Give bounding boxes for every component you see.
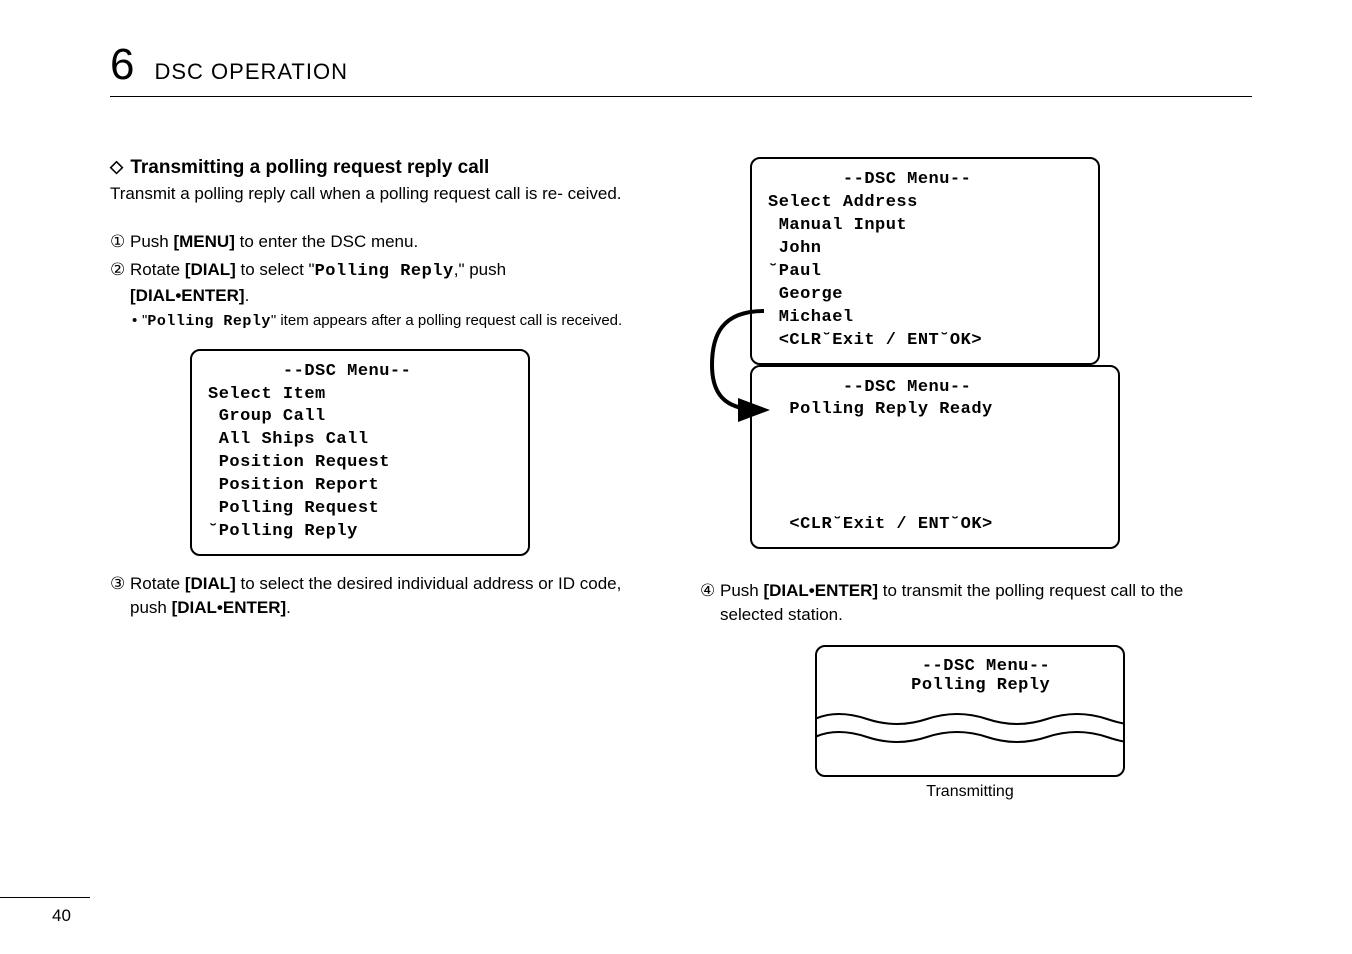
step-text: ," push	[454, 260, 506, 279]
step-number: ②	[110, 258, 130, 308]
note-text: " item appears after a polling request c…	[271, 312, 622, 329]
bullet-icon: •	[132, 311, 142, 332]
step-body: Rotate [DIAL] to select the desired indi…	[130, 572, 650, 620]
step-number: ③	[110, 572, 130, 620]
step-1: ① Push [MENU] to enter the DSC menu.	[110, 230, 650, 254]
lcd-screen-select-item: --DSC Menu-- Select Item Group Call All …	[190, 349, 530, 557]
step-number: ④	[700, 579, 720, 627]
intro-paragraph: Transmit a polling reply call when a pol…	[110, 183, 650, 206]
step-body: Push [MENU] to enter the DSC menu.	[130, 230, 650, 254]
transmitting-caption: Transmitting	[700, 783, 1240, 801]
note-body: "Polling Reply" item appears after a pol…	[142, 311, 622, 332]
section-title-text: Transmitting a polling request reply cal…	[130, 157, 489, 178]
step-text: Push	[720, 581, 763, 600]
step-2: ② Rotate [DIAL] to select "Polling Reply…	[110, 258, 650, 308]
step-text: .	[286, 598, 291, 617]
step-text: to enter the DSC menu.	[235, 232, 418, 251]
diamond-icon: ◇	[110, 157, 123, 176]
right-column: --DSC Menu-- Select Address Manual Input…	[700, 157, 1240, 801]
note-lcd-text: Polling Reply	[147, 313, 271, 330]
step-key: [DIAL•ENTER]	[130, 286, 245, 305]
step-key: [DIAL]	[185, 260, 236, 279]
chapter-title: DSC OPERATION	[154, 59, 348, 85]
step-text: .	[245, 286, 250, 305]
left-column: ◇ Transmitting a polling request reply c…	[110, 157, 650, 801]
page-number-rule	[0, 897, 90, 898]
squiggle-icon	[817, 711, 1125, 725]
step-key: [DIAL•ENTER]	[172, 598, 287, 617]
step-key: [MENU]	[173, 232, 234, 251]
chapter-header: 6 DSC OPERATION	[110, 40, 1252, 97]
step-key: [DIAL•ENTER]	[763, 581, 878, 600]
step-key: [DIAL]	[185, 574, 236, 593]
step-2-note: • "Polling Reply" item appears after a p…	[132, 311, 650, 332]
step-3: ③ Rotate [DIAL] to select the desired in…	[110, 572, 650, 620]
step-4: ④ Push [DIAL•ENTER] to transmit the poll…	[700, 579, 1240, 627]
lcd-screen-transmitting: --DSC Menu-- Polling Reply	[815, 645, 1125, 777]
step-text: Rotate	[130, 260, 185, 279]
transmitting-group: --DSC Menu-- Polling Reply Transmitting	[700, 645, 1240, 801]
step-body: Push [DIAL•ENTER] to transmit the pollin…	[720, 579, 1240, 627]
step-text: to select "	[236, 260, 315, 279]
squiggle-icon	[817, 729, 1125, 743]
curved-arrow-icon	[702, 305, 792, 425]
step-number: ①	[110, 230, 130, 254]
step-text: Push	[130, 232, 173, 251]
page-number: 40	[52, 906, 71, 926]
content-columns: ◇ Transmitting a polling request reply c…	[110, 157, 1252, 801]
step-text: Rotate	[130, 574, 185, 593]
step-body: Rotate [DIAL] to select "Polling Reply,"…	[130, 258, 650, 308]
lcd-screen-select-address: --DSC Menu-- Select Address Manual Input…	[750, 157, 1100, 365]
chapter-number: 6	[110, 40, 134, 90]
step-lcd-text: Polling Reply	[315, 262, 454, 281]
lcd-screen-reply-ready: --DSC Menu-- Polling Reply Ready <CLR˘Ex…	[750, 365, 1120, 550]
section-title: ◇ Transmitting a polling request reply c…	[110, 157, 650, 179]
lcd-transmit-text: --DSC Menu-- Polling Reply	[817, 657, 1123, 695]
lcd-stack: --DSC Menu-- Select Address Manual Input…	[750, 157, 1240, 549]
truncation-squiggle	[817, 711, 1123, 765]
